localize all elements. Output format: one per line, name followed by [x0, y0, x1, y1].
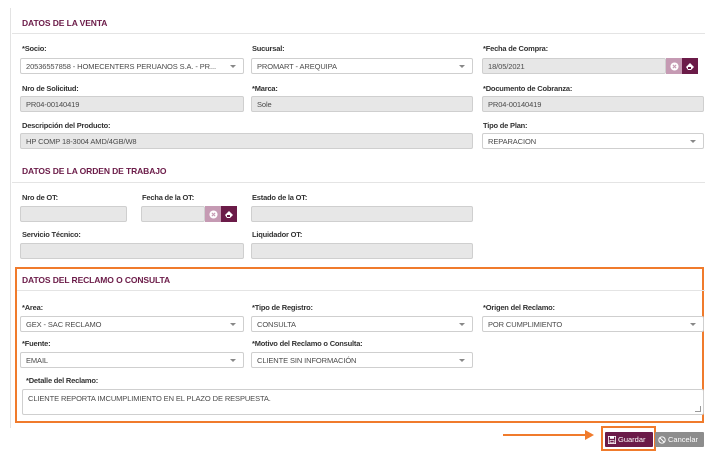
liquidador-field[interactable]: [251, 243, 473, 259]
fecha-ot-field[interactable]: [141, 206, 205, 222]
fuente-value: EMAIL: [26, 356, 49, 365]
marca-value: Sole: [257, 100, 272, 109]
sucursal-label: Sucursal:: [252, 44, 285, 53]
motivo-value: CLIENTE SIN INFORMACIÓN: [257, 356, 357, 365]
eraser-icon[interactable]: [682, 58, 698, 74]
cancel-label: Cancelar: [668, 435, 699, 444]
area-value: GEX - SAC RECLAMO: [26, 320, 102, 329]
marca-label: *Marca:: [252, 84, 278, 93]
nro-solicitud-label: Nro de Solicitud:: [22, 84, 79, 93]
servicio-tecnico-label: Servicio Técnico:: [22, 230, 81, 239]
section-title-orden: DATOS DE LA ORDEN DE TRABAJO: [22, 166, 167, 176]
chevron-down-icon: [230, 323, 236, 326]
liquidador-label: Liquidador OT:: [252, 230, 303, 239]
descripcion-field[interactable]: HP COMP 18-3004 AMD/4GB/W8: [20, 133, 473, 149]
sucursal-value: PROMART - AREQUIPA: [257, 62, 337, 71]
origen-reclamo-label: *Origen del Reclamo:: [483, 303, 555, 312]
origen-reclamo-select[interactable]: POR CUMPLIMIENTO: [482, 316, 704, 332]
save-label: Guardar: [618, 435, 646, 444]
fecha-compra-value: 18/05/2021: [488, 62, 525, 71]
socio-label: *Socio:: [22, 44, 47, 53]
annotation-arrow-head: [585, 430, 594, 440]
sucursal-select[interactable]: PROMART - AREQUIPA: [251, 58, 473, 74]
nro-solicitud-field[interactable]: PR04-00140419: [20, 96, 244, 112]
motivo-select[interactable]: CLIENTE SIN INFORMACIÓN: [251, 352, 473, 368]
section-divider: [12, 33, 705, 34]
chevron-down-icon: [459, 359, 465, 362]
ban-icon: [658, 435, 666, 444]
detalle-value: CLIENTE REPORTA IMCUMPLIMIENTO EN EL PLA…: [28, 394, 271, 403]
fecha-ot-buttons: [205, 206, 237, 222]
chevron-down-icon: [690, 140, 696, 143]
eraser-icon[interactable]: [221, 206, 237, 222]
x-circle-icon[interactable]: [666, 58, 682, 74]
socio-select[interactable]: 20536557858 - HOMECENTERS PERUANOS S.A. …: [20, 58, 244, 74]
section-title-reclamo: DATOS DEL RECLAMO O CONSULTA: [22, 275, 170, 285]
estado-ot-field[interactable]: [251, 206, 473, 222]
tipo-registro-label: *Tipo de Registro:: [252, 303, 313, 312]
fuente-select[interactable]: EMAIL: [20, 352, 244, 368]
detalle-textarea[interactable]: CLIENTE REPORTA IMCUMPLIMIENTO EN EL PLA…: [22, 389, 704, 415]
tipo-plan-value: REPARACION: [488, 137, 537, 146]
doc-cobranza-field[interactable]: PR04-00140419: [482, 96, 704, 112]
fecha-compra-field[interactable]: 18/05/2021: [482, 58, 666, 74]
descripcion-value: HP COMP 18-3004 AMD/4GB/W8: [26, 137, 137, 146]
chevron-down-icon: [459, 65, 465, 68]
detalle-label: *Detalle del Reclamo:: [26, 376, 99, 385]
descripcion-label: Descripción del Producto:: [22, 121, 111, 130]
nro-ot-field[interactable]: [20, 206, 127, 222]
fecha-ot-label: Fecha de la OT:: [142, 193, 195, 202]
fuente-label: *Fuente:: [22, 339, 51, 348]
fecha-compra-label: *Fecha de Compra:: [483, 44, 548, 53]
area-label: *Area:: [22, 303, 43, 312]
motivo-label: *Motivo del Reclamo o Consulta:: [252, 339, 363, 348]
nro-ot-label: Nro de OT:: [22, 193, 58, 202]
nro-solicitud-value: PR04-00140419: [26, 100, 80, 109]
resize-handle-icon[interactable]: [695, 406, 701, 412]
marca-field[interactable]: Sole: [251, 96, 473, 112]
doc-cobranza-value: PR04-00140419: [488, 100, 542, 109]
tipo-registro-value: CONSULTA: [257, 320, 296, 329]
chevron-down-icon: [459, 323, 465, 326]
doc-cobranza-label: *Documento de Cobranza:: [483, 84, 573, 93]
annotation-arrow-line: [503, 434, 587, 436]
save-button[interactable]: Guardar: [605, 432, 653, 447]
tipo-registro-select[interactable]: CONSULTA: [251, 316, 473, 332]
save-icon: [608, 435, 616, 444]
section-title-venta: DATOS DE LA VENTA: [22, 18, 108, 28]
chevron-down-icon: [690, 323, 696, 326]
chevron-down-icon: [230, 359, 236, 362]
x-circle-icon[interactable]: [205, 206, 221, 222]
origen-reclamo-value: POR CUMPLIMIENTO: [488, 320, 563, 329]
area-select[interactable]: GEX - SAC RECLAMO: [20, 316, 244, 332]
tipo-plan-select[interactable]: REPARACION: [482, 133, 704, 149]
estado-ot-label: Estado de la OT:: [252, 193, 308, 202]
fecha-compra-buttons: [666, 58, 698, 74]
cancel-button[interactable]: Cancelar: [655, 432, 704, 447]
socio-value: 20536557858 - HOMECENTERS PERUANOS S.A. …: [26, 62, 216, 71]
servicio-tecnico-field[interactable]: [20, 243, 244, 259]
section-divider: [17, 290, 705, 291]
section-divider: [12, 182, 705, 183]
chevron-down-icon: [230, 65, 236, 68]
tipo-plan-label: Tipo de Plan:: [483, 121, 528, 130]
